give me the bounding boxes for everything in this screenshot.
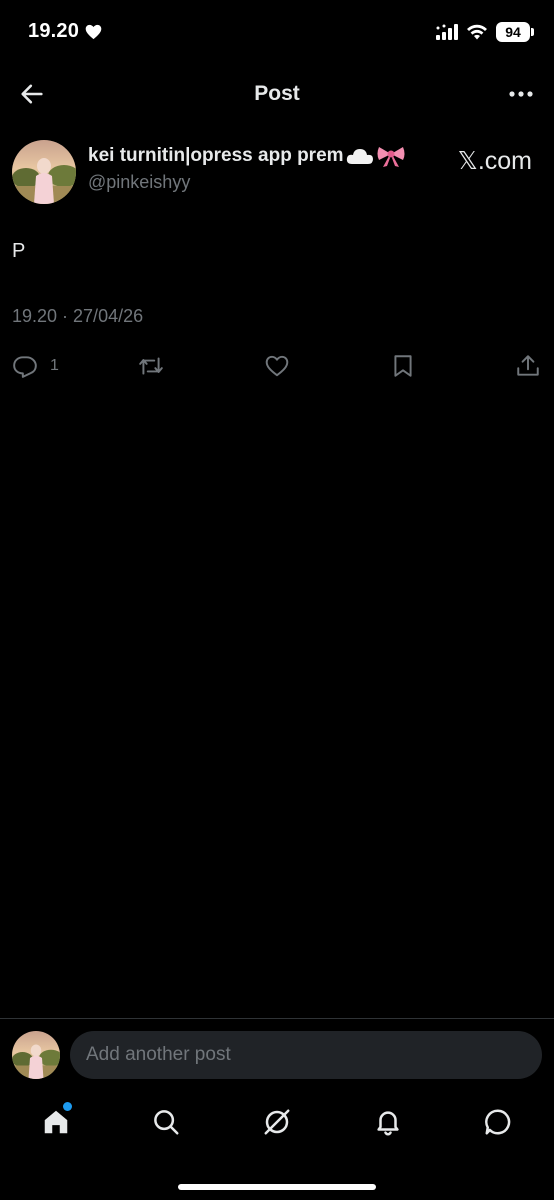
messages-icon	[485, 1109, 511, 1135]
status-time: 19.20	[28, 20, 80, 42]
display-name-row[interactable]: kei turnitin|opress app prem	[88, 144, 406, 168]
screen: 19.20 94 Post kei turnitin|opress app pr…	[0, 0, 554, 1200]
signal-icon	[436, 24, 458, 40]
tab-notifications[interactable]	[370, 1104, 406, 1140]
battery-level: 94	[505, 24, 521, 40]
tab-home[interactable]	[38, 1102, 74, 1140]
reply-bar	[0, 1018, 554, 1090]
cloud-emoji	[346, 149, 373, 164]
avatar[interactable]	[12, 1031, 60, 1079]
reply-icon	[13, 356, 37, 378]
post-actions: 1	[0, 348, 554, 384]
bookmark-button[interactable]	[390, 352, 416, 380]
search-icon	[154, 1110, 179, 1135]
post-author: kei turnitin|opress app prem @pinkeishyy…	[12, 138, 538, 208]
post-timestamp[interactable]: 19.20 · 27/04/26	[12, 306, 143, 327]
home-indicator[interactable]	[178, 1184, 376, 1190]
header: Post	[0, 66, 554, 122]
display-name: kei turnitin|opress app prem	[88, 145, 344, 166]
site-label: 𝕏.com	[457, 147, 532, 175]
battery-icon: 94	[496, 22, 534, 42]
page-title: Post	[254, 82, 300, 105]
home-icon	[44, 1110, 68, 1134]
share-icon	[517, 355, 539, 376]
reply-button[interactable]: 1	[12, 352, 59, 380]
tab-search[interactable]	[148, 1104, 184, 1140]
like-icon	[265, 355, 289, 377]
repost-icon	[139, 357, 163, 375]
notifications-icon	[377, 1111, 399, 1136]
avatar-image	[12, 1031, 60, 1079]
more-horizontal-icon[interactable]	[506, 80, 536, 108]
avatar[interactable]	[12, 140, 76, 204]
grok-icon	[264, 1109, 290, 1135]
bookmark-icon	[394, 355, 412, 377]
notification-dot	[63, 1102, 72, 1111]
wifi-icon	[467, 24, 487, 40]
ribbon-emoji	[377, 147, 405, 167]
tab-bar	[0, 1092, 554, 1154]
reply-count: 1	[50, 357, 59, 374]
avatar-image	[12, 140, 76, 204]
status-bar: 19.20 94	[0, 0, 554, 66]
status-indicators: 94	[436, 22, 534, 42]
author-text: kei turnitin|opress app prem @pinkeishyy	[88, 144, 406, 193]
post-text: P	[12, 240, 26, 262]
repost-button[interactable]	[138, 352, 164, 380]
like-button[interactable]	[264, 352, 290, 380]
tab-messages[interactable]	[480, 1104, 516, 1140]
tab-grok[interactable]	[259, 1104, 295, 1140]
status-time-group: 19.20	[28, 20, 102, 43]
share-button[interactable]	[515, 352, 541, 380]
reply-input[interactable]	[70, 1031, 542, 1079]
heart-icon	[85, 24, 102, 39]
author-handle[interactable]: @pinkeishyy	[88, 172, 406, 193]
